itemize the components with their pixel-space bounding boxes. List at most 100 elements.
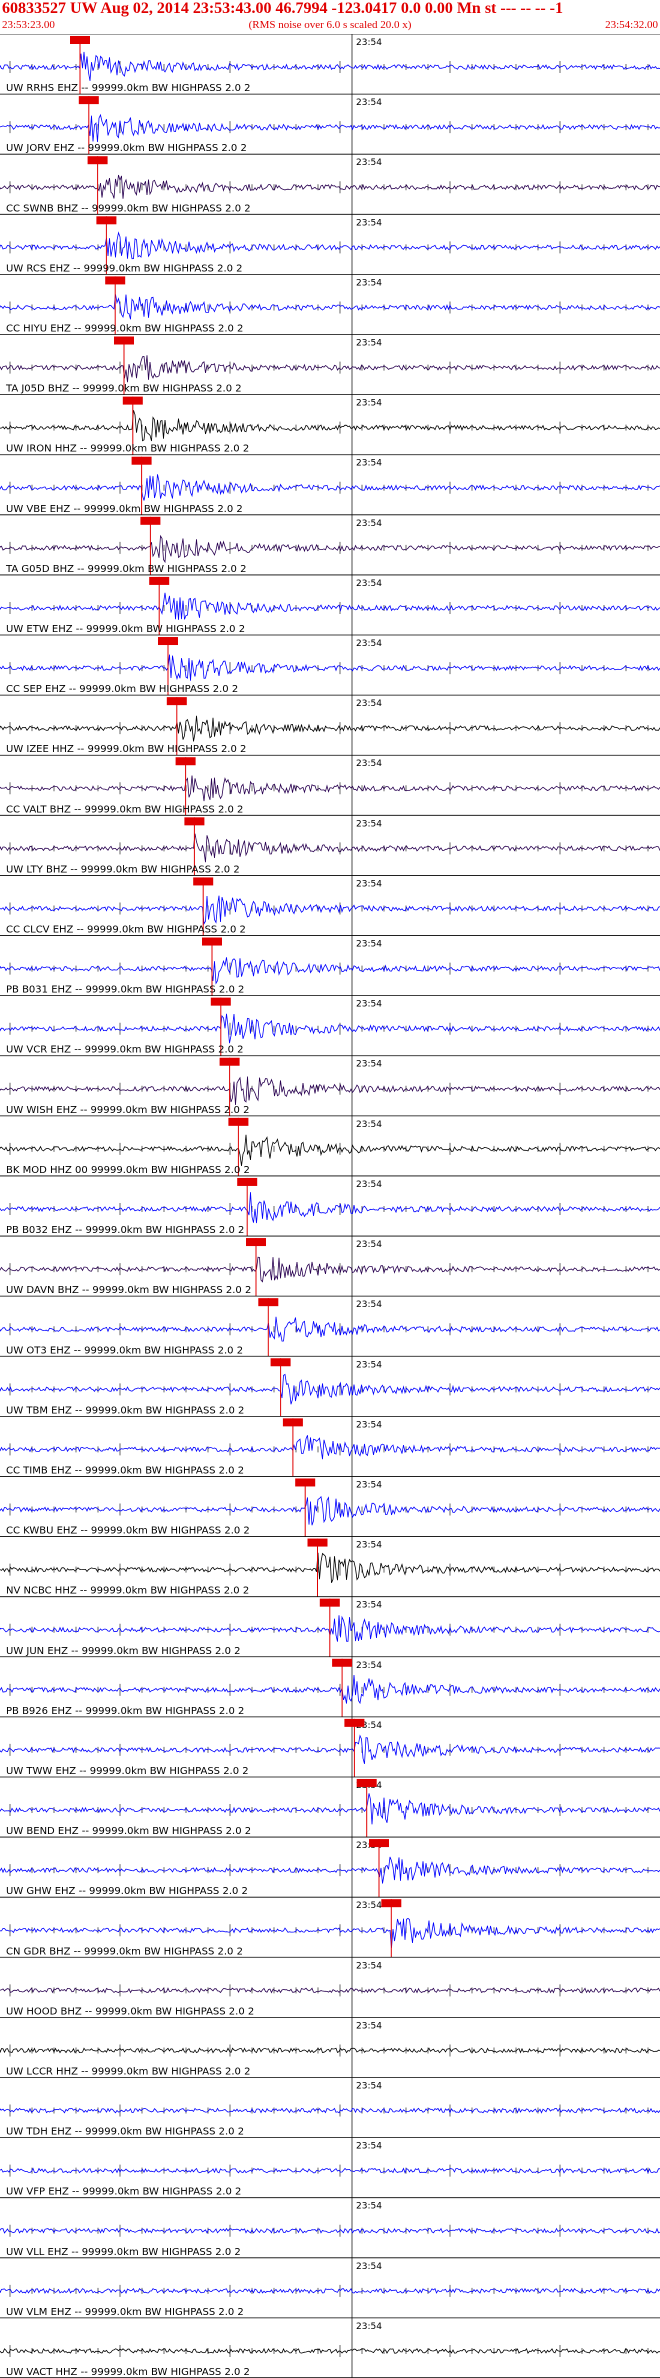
waveform-trace xyxy=(0,1256,660,1283)
station-label: UW BEND EHZ -- 99999.0km BW HIGHPASS 2.0… xyxy=(6,1826,251,1837)
station-label: UW VLM EHZ -- 99999.0km BW HIGHPASS 2.0 … xyxy=(6,2307,244,2318)
waveform-trace xyxy=(0,895,660,925)
minute-tick-label: 23:54 xyxy=(356,519,382,529)
station-label: CC CLCV EHZ -- 99999.0km BW HIGHPASS 2.0… xyxy=(6,925,246,936)
waveform-trace xyxy=(0,1316,660,1342)
end-time: 23:54:32.00 xyxy=(605,19,658,31)
station-label: UW LCCR HHZ -- 99999.0km BW HIGHPASS 2.0… xyxy=(6,2066,250,2077)
minute-tick-label: 23:54 xyxy=(356,2142,382,2152)
minute-tick-label: 23:54 xyxy=(356,639,382,649)
station-label: CC SWNB BHZ -- 99999.0km BW HIGHPASS 2.0… xyxy=(6,203,251,214)
waveform-trace xyxy=(0,1435,660,1460)
minute-tick-label: 23:54 xyxy=(356,2262,382,2272)
station-label: UW VLL EHZ -- 99999.0km BW HIGHPASS 2.0 … xyxy=(6,2247,241,2258)
station-label: CC SEP EHZ -- 99999.0km BW HIGHPASS 2.0 … xyxy=(6,684,238,695)
waveform-trace xyxy=(0,1373,660,1405)
minute-tick-label: 23:54 xyxy=(356,1180,382,1190)
waveform-trace xyxy=(0,113,660,143)
waveform-trace xyxy=(0,2047,660,2054)
scaling-note: (RMS noise over 6.0 s scaled 20.0 x) xyxy=(248,19,412,31)
station-label: UW RRHS EHZ -- 99999.0km BW HIGHPASS 2.0… xyxy=(6,83,251,94)
minute-tick-label: 23:54 xyxy=(356,1000,382,1010)
waveform-trace xyxy=(0,51,660,81)
station-label: TA J05D BHZ -- 99999.0km BW HIGHPASS 2.0… xyxy=(5,384,242,395)
station-label: UW VACT HHZ -- 99999.0km BW HIGHPASS 2.0… xyxy=(6,2367,250,2378)
minute-tick-label: 23:54 xyxy=(356,1360,382,1370)
minute-tick-label: 23:54 xyxy=(356,158,382,168)
minute-tick-label: 23:54 xyxy=(356,879,382,889)
waveform-trace xyxy=(0,1793,660,1825)
minute-tick-label: 23:54 xyxy=(356,2322,382,2332)
station-label: UW TWW EHZ -- 99999.0km BW HIGHPASS 2.0 … xyxy=(6,1766,249,1777)
minute-tick-label: 23:54 xyxy=(356,2202,382,2212)
minute-tick-label: 23:54 xyxy=(356,1901,382,1911)
waveform-trace xyxy=(0,2227,660,2234)
minute-tick-label: 23:54 xyxy=(356,759,382,769)
station-label: UW DAVN BHZ -- 99999.0km BW HIGHPASS 2.0… xyxy=(6,1285,251,1296)
minute-tick-label: 23:54 xyxy=(356,1480,382,1490)
station-label: UW WISH EHZ -- 99999.0km BW HIGHPASS 2.0… xyxy=(6,1105,249,1116)
waveform-trace xyxy=(0,1134,660,1166)
waveform-trace xyxy=(0,654,660,681)
minute-tick-label: 23:54 xyxy=(356,1541,382,1551)
minute-tick-label: 23:54 xyxy=(356,1420,382,1430)
waveform-trace xyxy=(0,231,660,260)
minute-tick-label: 23:54 xyxy=(356,1601,382,1611)
station-label: UW JUN EHZ -- 99999.0km BW HIGHPASS 2.0 … xyxy=(6,1646,241,1657)
waveform-trace xyxy=(0,1917,660,1948)
seismogram-plot: 23:54 UW RRHS EHZ -- 99999.0km BW HIGHPAS… xyxy=(0,34,660,2378)
station-label: UW GHW EHZ -- 99999.0km BW HIGHPASS 2.0 … xyxy=(6,1886,248,1897)
station-label: BK MOD HHZ 00 99999.0km BW HIGHPASS 2.0 … xyxy=(6,1165,250,1176)
waveform-trace xyxy=(0,294,660,320)
waveform-trace xyxy=(0,474,660,501)
waveform-trace xyxy=(0,2107,660,2114)
station-label: UW LTY BHZ -- 99999.0km BW HIGHPASS 2.0 … xyxy=(6,864,240,875)
station-label: UW JORV EHZ -- 99999.0km BW HIGHPASS 2.0… xyxy=(6,143,247,154)
minute-tick-label: 23:54 xyxy=(356,2021,382,2031)
minute-tick-label: 23:54 xyxy=(356,940,382,950)
station-label: NV NCBC HHZ -- 99999.0km BW HIGHPASS 2.0… xyxy=(6,1586,249,1597)
station-label: UW HOOD BHZ -- 99999.0km BW HIGHPASS 2.0… xyxy=(6,2006,254,2017)
station-label: UW VBE EHZ -- 99999.0km BW HIGHPASS 2.0 … xyxy=(6,504,243,515)
station-label: UW TDH EHZ -- 99999.0km BW HIGHPASS 2.0 … xyxy=(6,2127,244,2138)
waveform-trace xyxy=(0,1734,660,1765)
station-label: UW VFP EHZ -- 99999.0km BW HIGHPASS 2.0 … xyxy=(6,2187,241,2198)
station-label: CN GDR BHZ -- 99999.0km BW HIGHPASS 2.0 … xyxy=(6,1946,243,1957)
minute-tick-label: 23:54 xyxy=(356,699,382,709)
minute-tick-label: 23:54 xyxy=(356,1961,382,1971)
waveform-trace xyxy=(0,1987,660,1994)
minute-tick-label: 23:54 xyxy=(356,2081,382,2091)
station-label: UW OT3 EHZ -- 99999.0km BW HIGHPASS 2.0 … xyxy=(6,1345,243,1356)
minute-tick-label: 23:54 xyxy=(356,399,382,409)
station-label: UW TBM EHZ -- 99999.0km BW HIGHPASS 2.0 … xyxy=(6,1405,244,1416)
station-label: UW IZEE HHZ -- 99999.0km BW HIGHPASS 2.0… xyxy=(6,744,246,755)
minute-tick-label: 23:54 xyxy=(356,98,382,108)
waveform-trace xyxy=(0,355,660,383)
waveform-trace xyxy=(0,775,660,802)
station-label: CC TIMB EHZ -- 99999.0km BW HIGHPASS 2.0… xyxy=(6,1465,244,1476)
station-label: CC KWBU EHZ -- 99999.0km BW HIGHPASS 2.0… xyxy=(6,1526,250,1537)
minute-tick-label: 23:54 xyxy=(356,339,382,349)
minute-tick-label: 23:54 xyxy=(356,819,382,829)
minute-tick-label: 23:54 xyxy=(356,1240,382,1250)
waveform-trace xyxy=(0,833,660,863)
station-label: CC VALT BHZ -- 99999.0km BW HIGHPASS 2.0… xyxy=(6,804,243,815)
waveform-trace xyxy=(0,534,660,564)
station-label: UW VCR EHZ -- 99999.0km BW HIGHPASS 2.0 … xyxy=(6,1045,244,1056)
minute-tick-label: 23:54 xyxy=(356,459,382,469)
waveform-trace xyxy=(0,2167,660,2174)
minute-tick-label: 23:54 xyxy=(356,1661,382,1671)
waveform-trace xyxy=(0,715,660,742)
header: 60833527 UW Aug 02, 2014 23:53:43.00 46.… xyxy=(0,0,660,34)
station-label: UW ETW EHZ -- 99999.0km BW HIGHPASS 2.0 … xyxy=(6,624,245,635)
waveform-trace xyxy=(0,1674,660,1705)
waveform-trace xyxy=(0,1013,660,1044)
waveform-trace xyxy=(0,957,660,985)
waveform-trace xyxy=(0,592,660,620)
station-label: TA G05D BHZ -- 99999.0km BW HIGHPASS 2.0… xyxy=(5,564,246,575)
waveform-trace xyxy=(0,1192,660,1224)
minute-tick-label: 23:54 xyxy=(356,1300,382,1310)
station-label: UW RCS EHZ -- 99999.0km BW HIGHPASS 2.0 … xyxy=(6,263,243,274)
waveform-trace xyxy=(0,410,660,442)
station-label: PB B032 EHZ -- 99999.0km BW HIGHPASS 2.0… xyxy=(6,1225,244,1236)
